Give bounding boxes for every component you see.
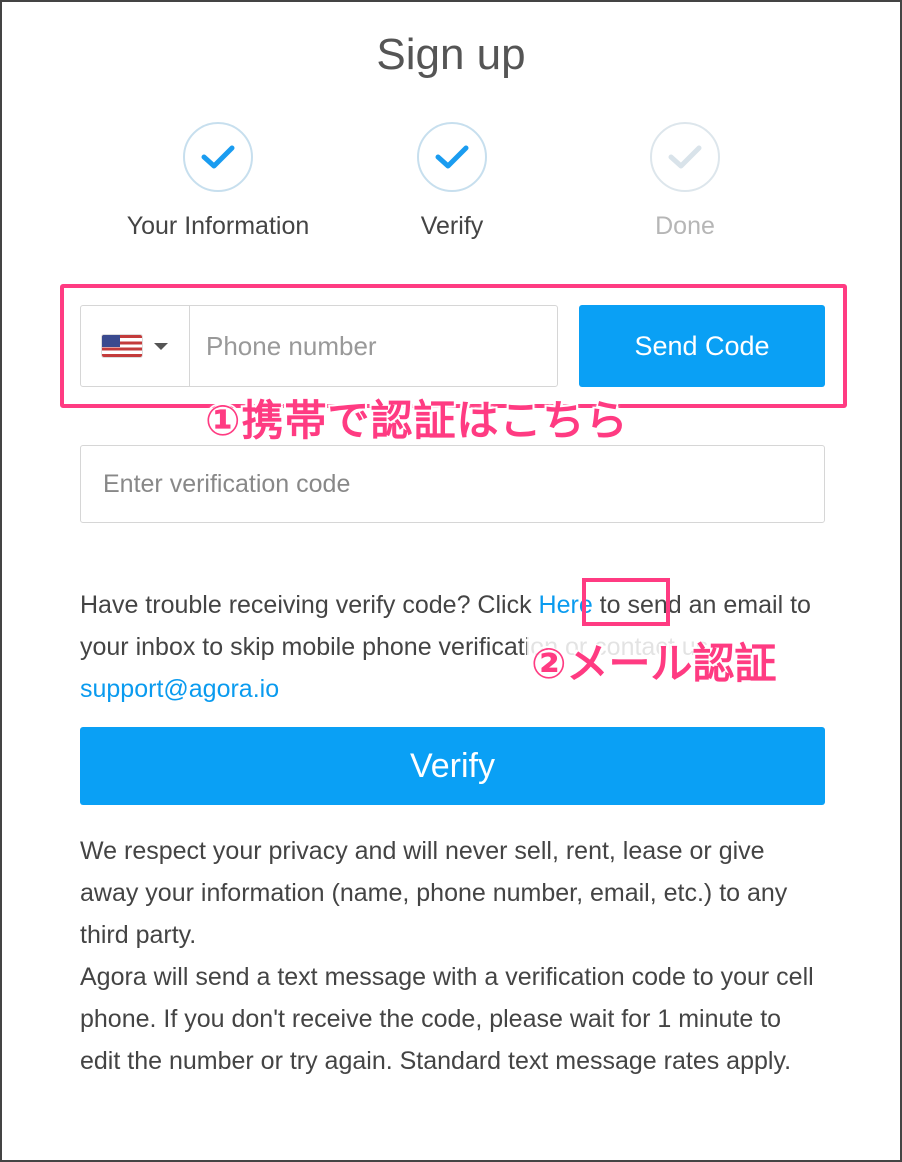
step-your-information: Your Information — [98, 122, 338, 241]
send-code-button[interactable]: Send Code — [579, 305, 825, 387]
annotation-mobile-auth: ①携帯で認証はこちら — [205, 396, 629, 445]
step-label: Done — [655, 212, 715, 240]
trouble-text-before: Have trouble receiving verify code? Clic… — [80, 591, 539, 619]
support-email-link[interactable]: support@agora.io — [80, 675, 279, 703]
annotation-here-highlight — [582, 578, 670, 626]
step-circle — [650, 122, 720, 192]
phone-input-group — [80, 305, 558, 387]
step-label: Your Information — [126, 212, 310, 240]
verification-code-input[interactable] — [80, 445, 825, 523]
step-circle — [417, 122, 487, 192]
privacy-paragraph: We respect your privacy and will never s… — [80, 837, 788, 949]
sms-notice-paragraph: Agora will send a text message with a ve… — [80, 963, 814, 1075]
country-selector[interactable] — [81, 306, 190, 386]
us-flag-icon — [102, 335, 142, 357]
check-icon — [435, 145, 469, 169]
step-label: Verify — [420, 212, 484, 240]
page-title: Sign up — [376, 30, 526, 79]
step-circle — [183, 122, 253, 192]
chevron-down-icon — [154, 342, 168, 350]
step-verify: Verify — [332, 122, 572, 241]
check-icon — [201, 145, 235, 169]
privacy-notice: We respect your privacy and will never s… — [80, 830, 820, 1082]
phone-number-input[interactable] — [190, 306, 557, 386]
verify-button[interactable]: Verify — [80, 727, 825, 805]
step-done: Done — [565, 122, 805, 241]
check-icon — [668, 145, 702, 169]
annotation-email-auth: ②メール認証 — [527, 630, 781, 691]
